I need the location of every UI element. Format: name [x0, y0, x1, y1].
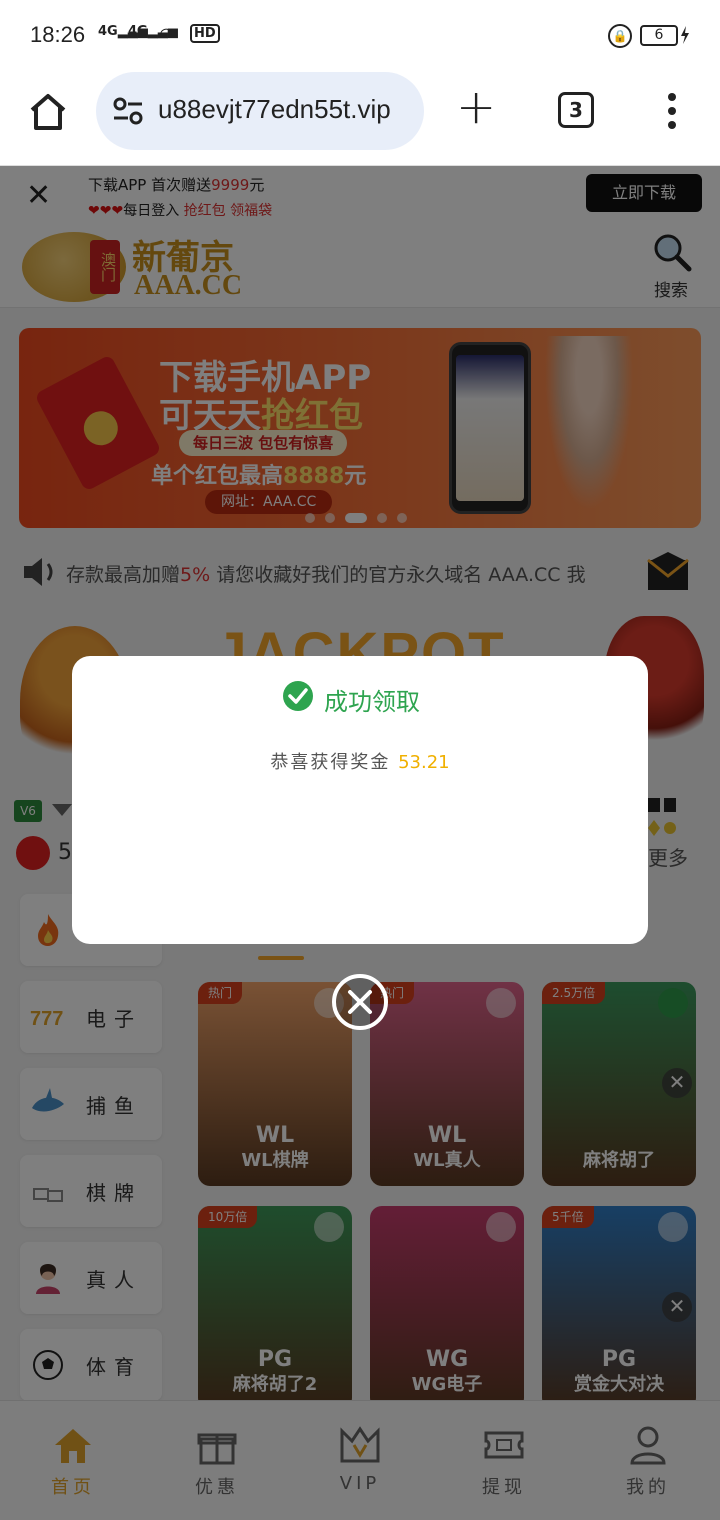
url-text[interactable]: u88evjt77edn55t.vip: [158, 94, 414, 125]
dialog-message: 恭喜获得奖金 53.21: [270, 752, 450, 773]
charging-icon: [681, 26, 689, 44]
new-tab-icon[interactable]: +: [456, 83, 496, 131]
tab-switcher-button[interactable]: 3: [558, 92, 594, 128]
close-dialog-icon[interactable]: [331, 973, 389, 1031]
rotation-lock-icon: 🔒: [608, 24, 632, 48]
status-time: 18:26: [30, 22, 86, 47]
home-icon[interactable]: [26, 90, 70, 134]
site-settings-icon[interactable]: [112, 96, 144, 126]
address-bar[interactable]: u88evjt77edn55t.vip: [96, 72, 424, 150]
overflow-menu-icon[interactable]: [660, 90, 684, 134]
dialog-title: 成功领取: [324, 688, 420, 716]
success-check-icon: [283, 681, 313, 711]
reward-dialog: 成功领取 恭喜获得奖金 53.21: [72, 656, 648, 944]
hd-icon: HD: [190, 24, 220, 43]
status-bar: 18:26 4G▂▃▅ 4G▂▃▅ ◠ HD 🔒 6: [0, 0, 720, 72]
reward-amount: 53.21: [398, 752, 450, 773]
battery-icon: 6: [640, 25, 678, 46]
browser-toolbar: u88evjt77edn55t.vip + 3: [0, 72, 720, 166]
wifi-icon: ◠: [160, 24, 173, 43]
